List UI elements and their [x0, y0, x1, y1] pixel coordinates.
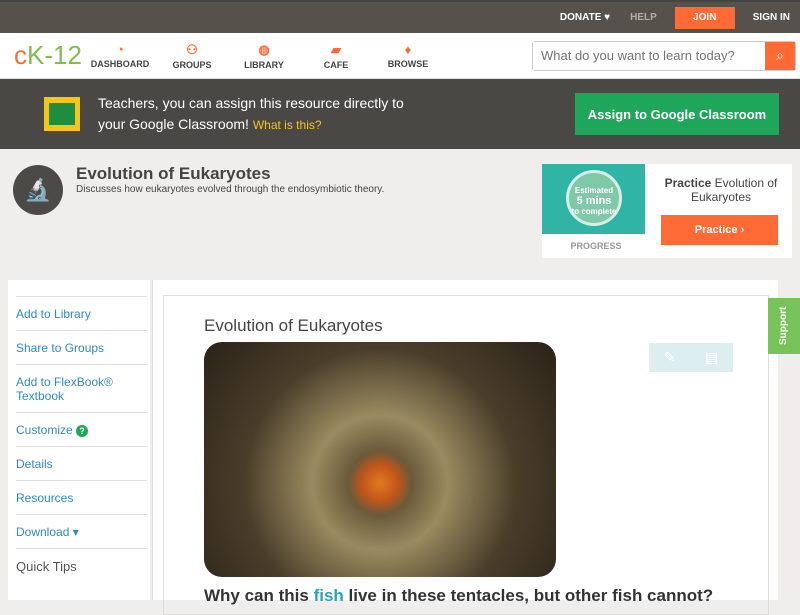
nav-cafe[interactable]: ▰ CAFE — [300, 42, 372, 70]
logo-c: c — [14, 40, 27, 70]
sidebar-details[interactable]: Details — [16, 447, 147, 481]
practice-bold: Practice — [664, 176, 712, 190]
browse-icon: ♦ — [404, 42, 412, 57]
help-icon[interactable]: ? — [76, 425, 89, 437]
sidebar-share-to-groups[interactable]: Share to Groups — [16, 331, 147, 365]
content-panel: Evolution of Eukaryotes ✎ ▤ Why can this … — [163, 295, 769, 615]
practice-button[interactable]: Practice › — [661, 215, 778, 245]
est-label-2: to complete — [571, 207, 617, 216]
top-bar: DONATE ♥ HELP JOIN SIGN IN — [0, 0, 800, 33]
nav-label: LIBRARY — [244, 59, 284, 70]
page-subtitle: Discusses how eukaryotes evolved through… — [76, 184, 385, 195]
quick-tips-heading: Quick Tips — [16, 559, 77, 574]
sidebar-customize[interactable]: Customize ? — [16, 413, 147, 447]
google-classroom-banner: Teachers, you can assign this resource d… — [0, 79, 800, 149]
search-input[interactable] — [533, 41, 765, 70]
assign-google-classroom-button[interactable]: Assign to Google Classroom — [575, 93, 779, 135]
resource-header: 🔬 Evolution of Eukaryotes Discusses how … — [0, 150, 800, 260]
q-pre: Why can this — [204, 586, 314, 605]
nav-label: CAFE — [323, 59, 349, 70]
clownfish-image — [204, 342, 556, 577]
page-title: Evolution of Eukaryotes — [76, 164, 271, 183]
help-link[interactable]: HELP — [620, 12, 667, 23]
notes-icon[interactable]: ▤ — [705, 349, 718, 366]
sidebar-download[interactable]: Download ▾ — [16, 515, 147, 549]
search-button[interactable]: ⌕ — [765, 41, 795, 70]
estimate-circle: Estimated 5 mins to complete — [566, 170, 622, 226]
sidebar-add-to-library[interactable]: Add to Library — [16, 296, 147, 331]
banner-text-2: your Google Classroom! — [98, 115, 249, 132]
join-button[interactable]: JOIN — [674, 6, 735, 29]
library-icon: ◍ — [258, 41, 270, 57]
sign-in-link[interactable]: SIGN IN — [743, 12, 800, 23]
banner-text: Teachers, you can assign this resource d… — [98, 94, 404, 111]
sidebar-add-to-flexbook[interactable]: Add to FlexBook® Textbook — [16, 365, 147, 413]
what-is-this-link[interactable]: What is this? — [253, 118, 322, 132]
fish-link[interactable]: fish — [314, 586, 344, 605]
est-time: 5 mins — [576, 195, 612, 207]
nav-label: GROUPS — [172, 59, 212, 70]
content-question: Why can this fish live in these tentacle… — [204, 586, 713, 606]
customize-label: Customize — [16, 423, 73, 437]
ck12-logo[interactable]: cK-12 — [14, 40, 84, 71]
nav-label: BROWSE — [387, 59, 429, 69]
progress-label: PROGRESS — [570, 241, 622, 251]
groups-icon: ⚇ — [186, 41, 198, 57]
practice-title: Practice Evolution of Eukaryotes — [656, 176, 786, 204]
practice-thumbnail[interactable]: Estimated 5 mins to complete — [542, 164, 645, 234]
nav-groups[interactable]: ⚇ GROUPS — [156, 42, 228, 70]
logo-text: K-12 — [27, 40, 82, 70]
nav-library[interactable]: ◍ LIBRARY — [228, 42, 300, 70]
q-post: live in these tentacles, but other fish … — [343, 586, 714, 605]
main-nav: cK-12 ◔ DASHBOARD ⚇ GROUPS ◍ LIBRARY ▰ CAFE … — [0, 33, 800, 79]
est-label: Estimated — [574, 186, 614, 195]
content-tools: ✎ ▤ — [649, 343, 733, 372]
sidebar-resources[interactable]: Resources — [16, 481, 147, 515]
pencil-icon[interactable]: ✎ — [664, 349, 676, 366]
dashboard-icon: ◔ — [116, 42, 124, 57]
sidebar: Add to Library Share to Groups Add to Fl… — [8, 280, 150, 600]
search-box: ⌕ — [532, 40, 796, 71]
nav-label: DASHBOARD — [90, 59, 150, 69]
cafe-icon: ▰ — [331, 41, 341, 57]
microscope-icon: 🔬 — [13, 165, 63, 215]
nav-dashboard[interactable]: ◔ DASHBOARD — [84, 42, 156, 69]
content-title: Evolution of Eukaryotes — [204, 316, 383, 335]
support-tab[interactable]: Support — [768, 298, 800, 354]
nav-browse[interactable]: ♦ BROWSE — [372, 42, 444, 69]
donate-link[interactable]: DONATE ♥ — [550, 12, 620, 23]
google-classroom-icon — [44, 97, 80, 131]
practice-card: Estimated 5 mins to complete PROGRESS Prac… — [542, 164, 792, 258]
content-area: Evolution of Eukaryotes ✎ ▤ Why can this … — [152, 280, 778, 615]
